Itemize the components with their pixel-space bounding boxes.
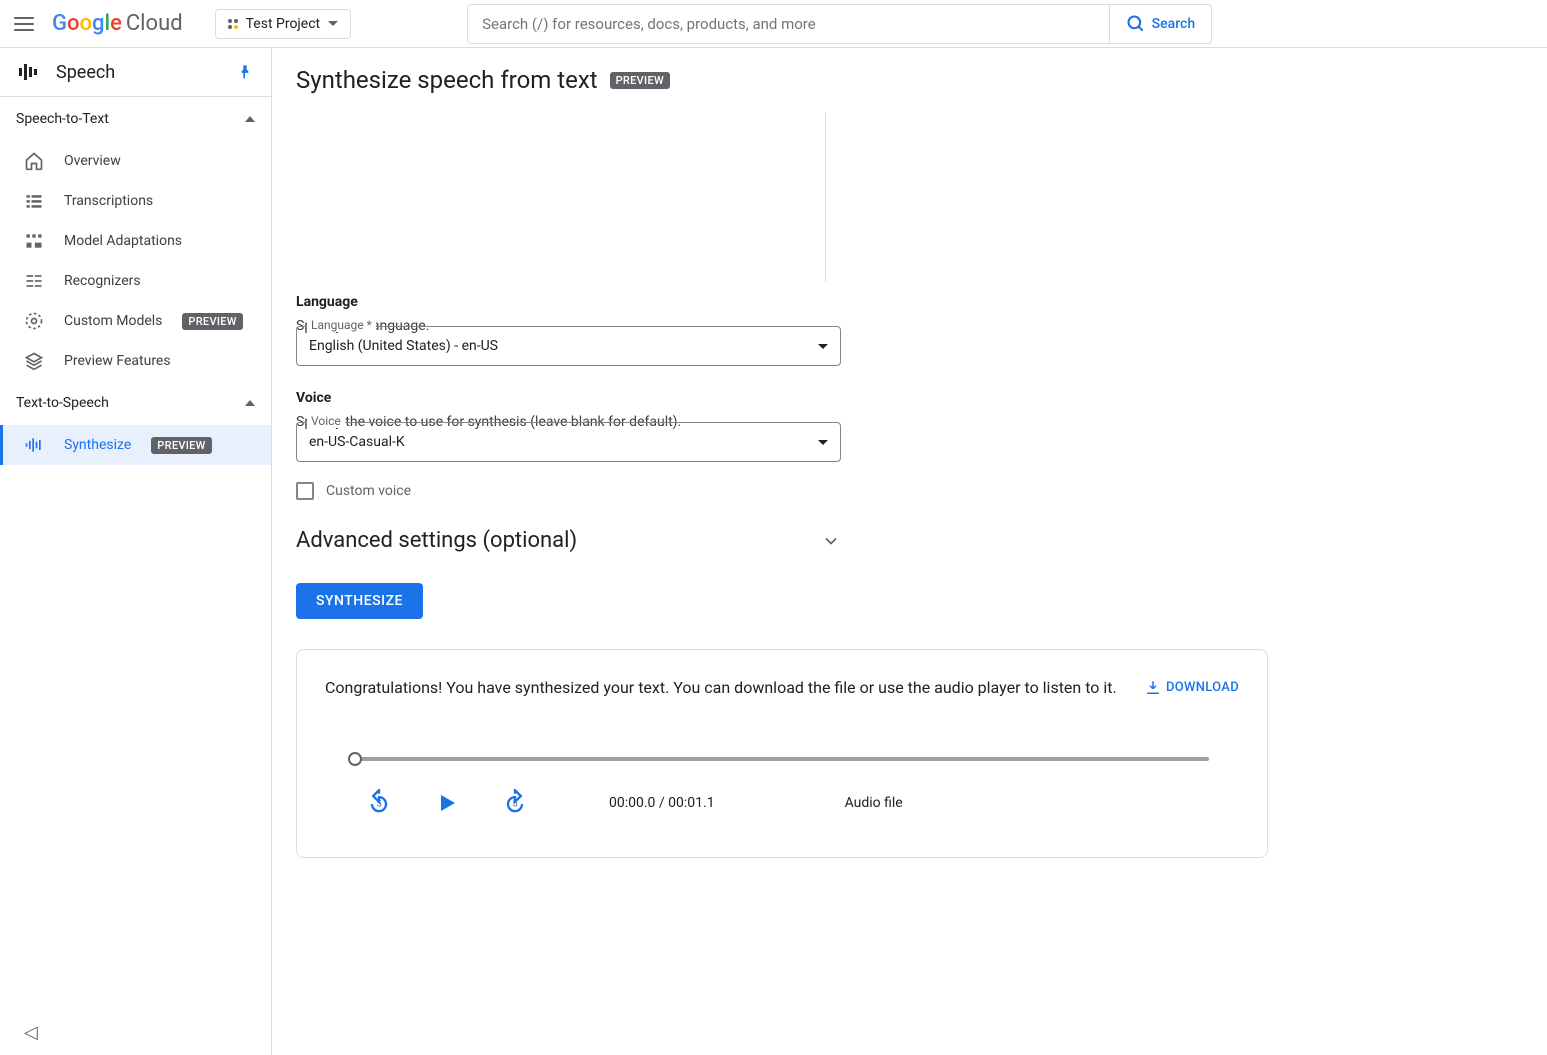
preview-badge: PREVIEW	[182, 313, 242, 330]
audio-file-label: Audio file	[845, 795, 903, 811]
voice-select[interactable]: Voice en-US-Casual-K	[296, 422, 841, 462]
voice-value: en-US-Casual-K	[309, 434, 405, 450]
caret-down-icon	[818, 440, 828, 445]
main-content: Synthesize speech from text PREVIEW Lang…	[272, 48, 1547, 1055]
svg-text:5: 5	[376, 799, 381, 810]
advanced-settings-toggle[interactable]: Advanced settings (optional)	[296, 528, 841, 553]
search-button[interactable]: Search	[1110, 4, 1212, 44]
home-icon	[24, 151, 44, 171]
search-container: Search	[467, 4, 1212, 44]
player-controls: 5 5 00:00.0 / 00:01.1 Audio file	[365, 789, 1209, 817]
download-button[interactable]: DOWNLOAD	[1144, 679, 1239, 697]
rewind-5-icon[interactable]: 5	[365, 789, 393, 817]
synthesize-icon	[24, 435, 44, 455]
content-header: Synthesize speech from text PREVIEW	[272, 48, 1547, 112]
language-select[interactable]: Language * English (United States) - en-…	[296, 326, 841, 366]
custom-models-icon	[24, 311, 44, 331]
svg-text:5: 5	[512, 799, 517, 810]
project-dots-icon	[228, 19, 238, 29]
preview-badge: PREVIEW	[151, 437, 211, 454]
sidebar-item-transcriptions[interactable]: Transcriptions	[0, 181, 271, 221]
top-panel-divider	[296, 112, 826, 282]
audio-seek-slider[interactable]	[355, 757, 1209, 761]
sidebar-item-synthesize[interactable]: Synthesize PREVIEW	[0, 425, 271, 465]
play-icon[interactable]	[433, 789, 461, 817]
custom-voice-label: Custom voice	[326, 483, 411, 499]
sidebar-item-custom-models[interactable]: Custom Models PREVIEW	[0, 301, 271, 341]
sidebar-item-model-adaptations[interactable]: Model Adaptations	[0, 221, 271, 261]
sidebar: Speech Speech-to-Text Overview Transcrip…	[0, 48, 272, 1055]
recognizers-icon	[24, 271, 44, 291]
hamburger-menu-icon[interactable]	[12, 12, 36, 36]
google-cloud-logo[interactable]: Google Cloud	[52, 11, 183, 36]
sidebar-header: Speech	[0, 48, 271, 97]
voice-field-legend: Voice	[307, 414, 345, 428]
sidebar-item-preview-features[interactable]: Preview Features	[0, 341, 271, 381]
project-selector[interactable]: Test Project	[215, 9, 351, 39]
custom-voice-checkbox[interactable]	[296, 482, 314, 500]
slider-thumb[interactable]	[348, 752, 362, 766]
download-icon	[1144, 679, 1162, 697]
sidebar-item-recognizers[interactable]: Recognizers	[0, 261, 271, 301]
sidebar-item-overview[interactable]: Overview	[0, 141, 271, 181]
search-icon	[1126, 14, 1146, 34]
page-title: Synthesize speech from text	[296, 66, 598, 94]
forward-5-icon[interactable]: 5	[501, 789, 529, 817]
sidebar-group-stt[interactable]: Speech-to-Text	[0, 97, 271, 141]
chevron-up-icon	[245, 400, 255, 406]
top-header: Google Cloud Test Project Search	[0, 0, 1547, 48]
caret-down-icon	[818, 344, 828, 349]
sidebar-title: Speech	[56, 62, 219, 83]
collapse-sidebar-button[interactable]: ◁	[24, 1022, 38, 1043]
language-value: English (United States) - en-US	[309, 338, 498, 354]
chevron-down-icon	[821, 531, 841, 551]
layers-icon	[24, 351, 44, 371]
audio-time: 00:00.0 / 00:01.1	[609, 795, 715, 811]
list-icon	[24, 191, 44, 211]
language-section-label: Language	[296, 294, 1268, 310]
sidebar-group-tts[interactable]: Text-to-Speech	[0, 381, 271, 425]
result-card: Congratulations! You have synthesized yo…	[296, 649, 1268, 858]
speech-product-icon	[16, 60, 40, 84]
preview-badge: PREVIEW	[610, 72, 670, 89]
caret-down-icon	[328, 21, 338, 26]
custom-voice-row[interactable]: Custom voice	[296, 482, 1268, 500]
chevron-up-icon	[245, 116, 255, 122]
adaptation-icon	[24, 231, 44, 251]
language-field-legend: Language *	[307, 318, 376, 332]
synthesize-button[interactable]: SYNTHESIZE	[296, 583, 423, 619]
search-input[interactable]	[467, 4, 1110, 44]
voice-section-label: Voice	[296, 390, 1268, 406]
result-message: Congratulations! You have synthesized yo…	[325, 678, 1124, 697]
pin-icon[interactable]	[235, 62, 255, 82]
project-name: Test Project	[246, 16, 320, 32]
